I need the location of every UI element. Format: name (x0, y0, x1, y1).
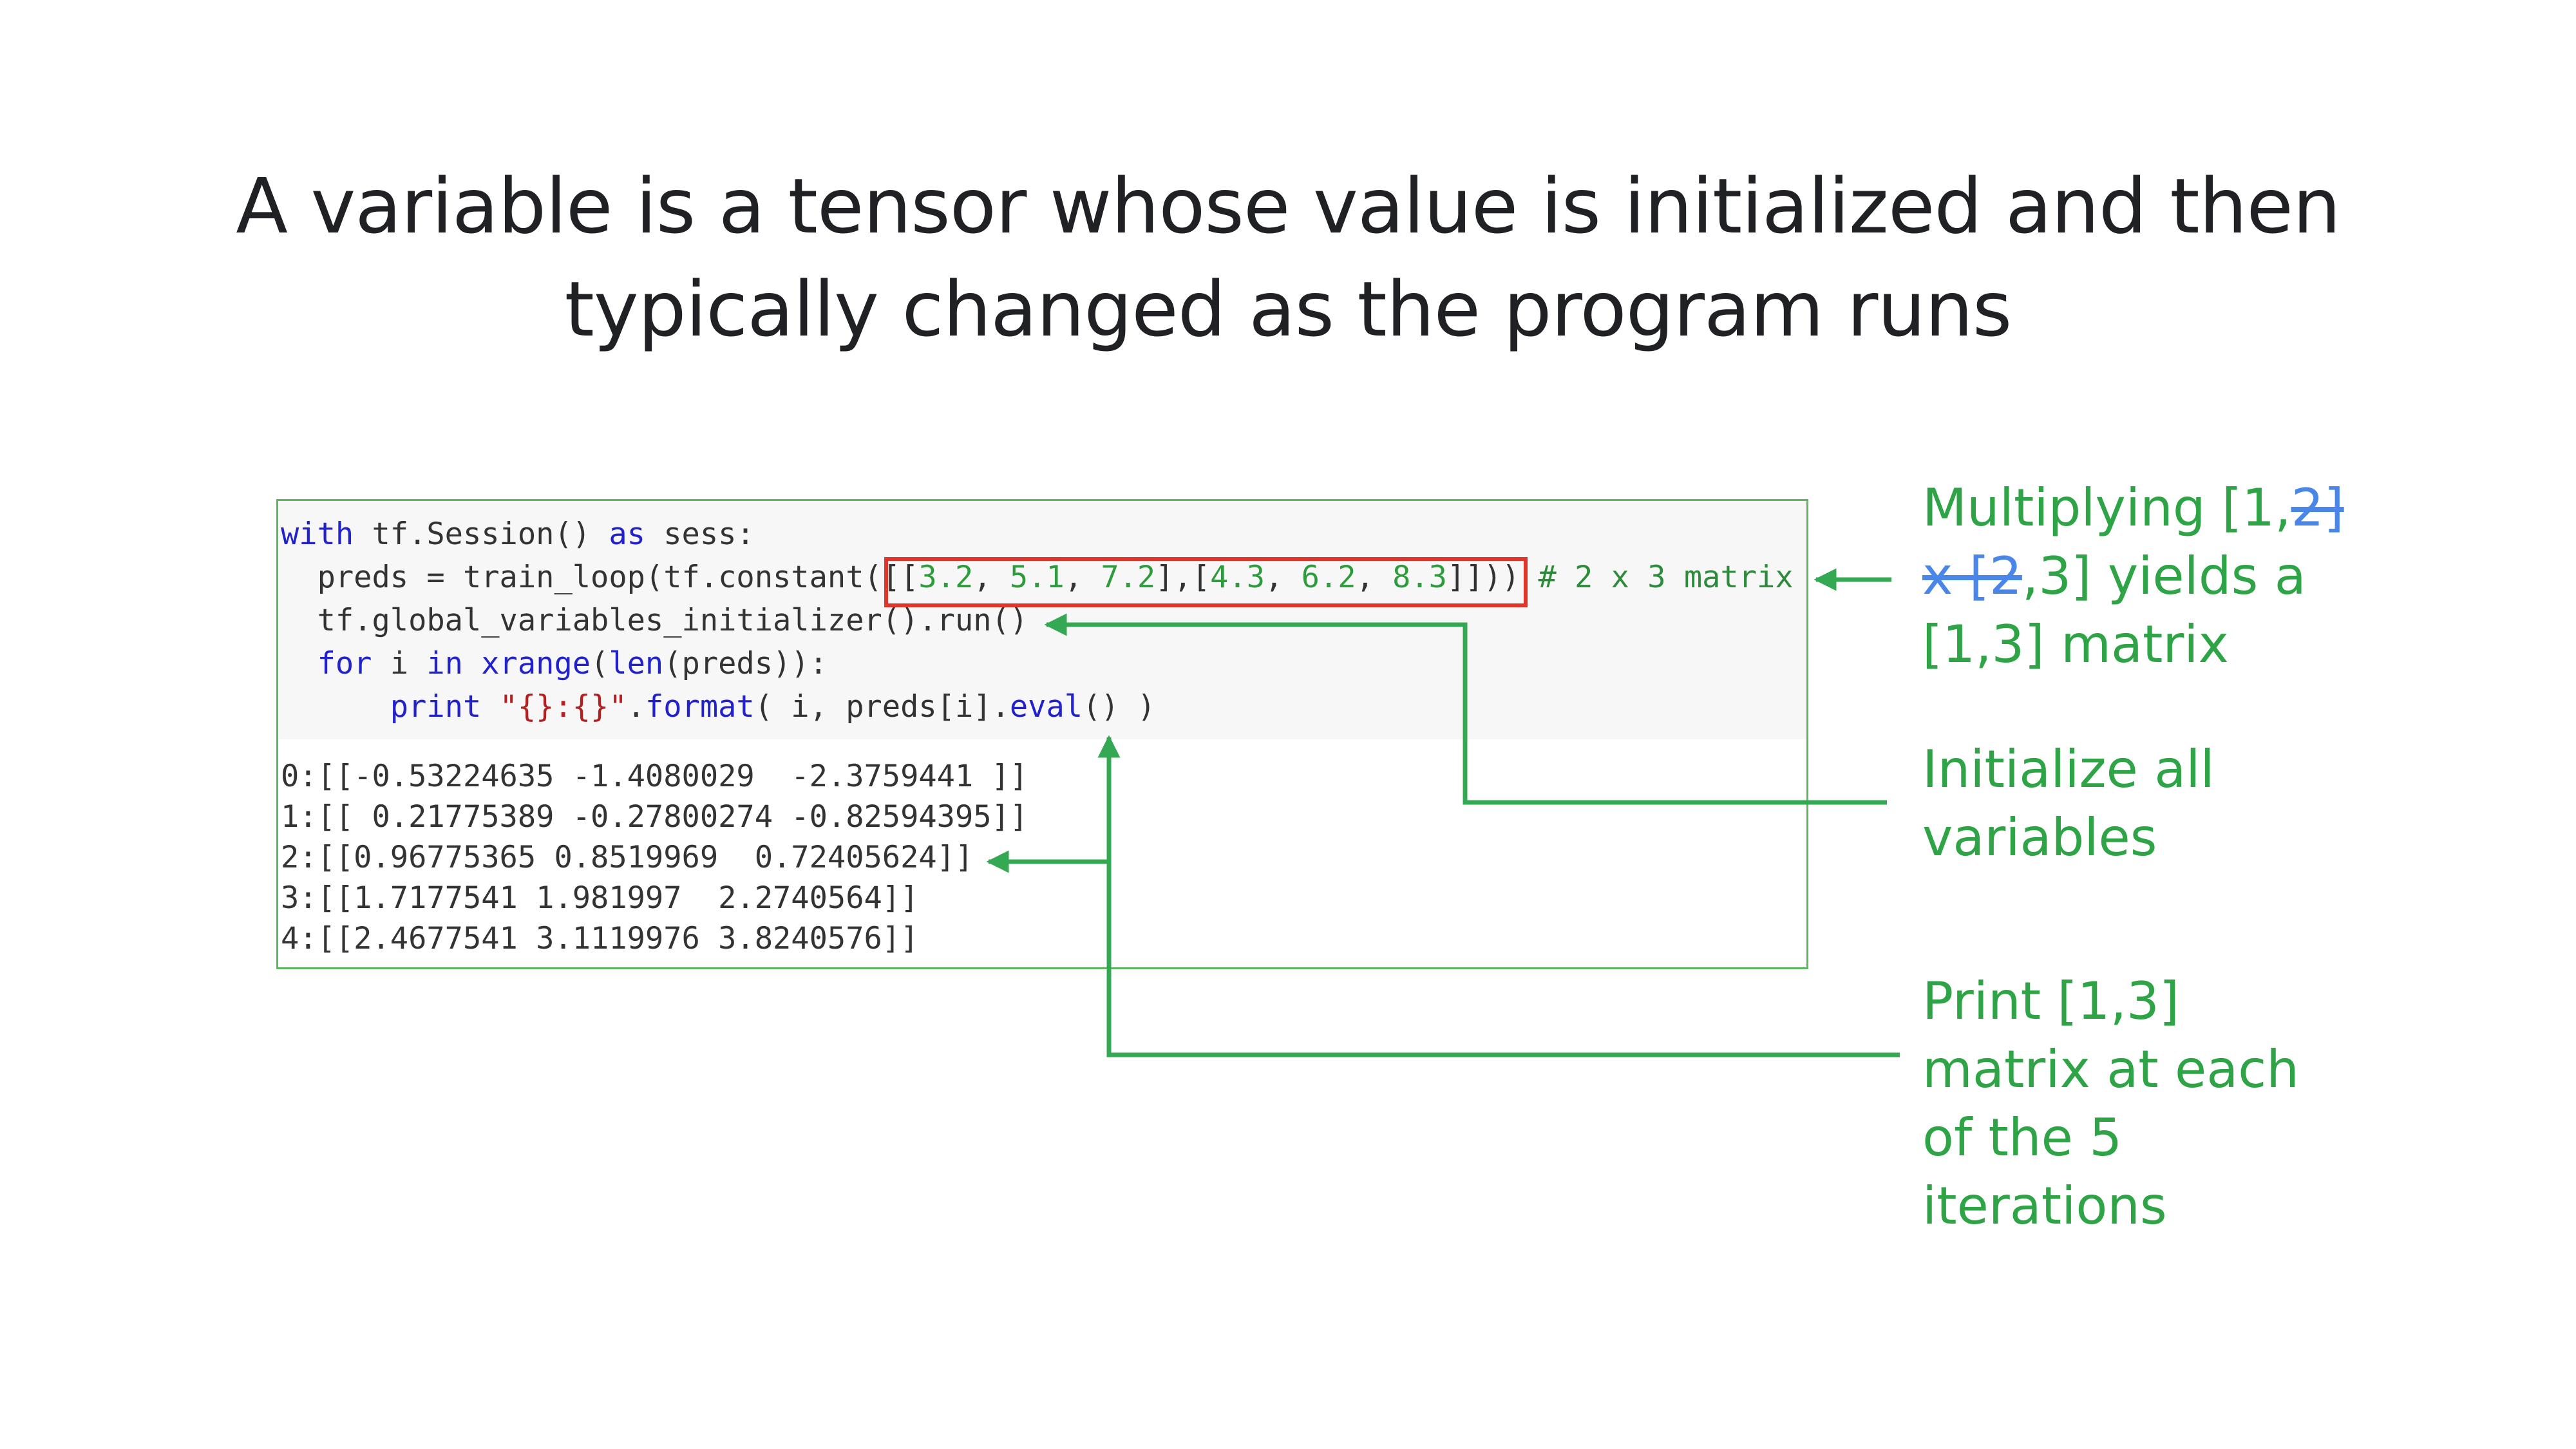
arrow-initialize (1044, 613, 1887, 805)
strikethrough-text: x [2 (1922, 546, 2022, 606)
arrow-print (1097, 735, 1900, 1057)
annotation-multiply-line-3: [1,3] matrix (1922, 614, 2229, 674)
annotation-print-line-1: Print [1,3] (1922, 971, 2180, 1031)
annotation-multiply-line-2: x [2,3] yields a (1922, 546, 2306, 606)
annotation-print-line-4: iterations (1922, 1176, 2167, 1236)
annotation-initialize-line-1: Initialize all (1922, 739, 2215, 799)
annotation-initialize: Initialize all variables (1922, 735, 2215, 872)
annotation-print: Print [1,3] matrix at each of the 5 iter… (1922, 967, 2299, 1240)
annotation-print-line-3: of the 5 (1922, 1108, 2123, 1168)
annotation-initialize-line-2: variables (1922, 808, 2157, 867)
annotation-multiply-line-1: Multiplying [1,2] (1922, 478, 2344, 538)
annotation-multiply: Multiplying [1,2] x [2,3] yields a [1,3]… (1922, 474, 2344, 679)
strikethrough-text: 2] (2291, 478, 2344, 538)
annotation-print-line-2: matrix at each (1922, 1039, 2299, 1099)
